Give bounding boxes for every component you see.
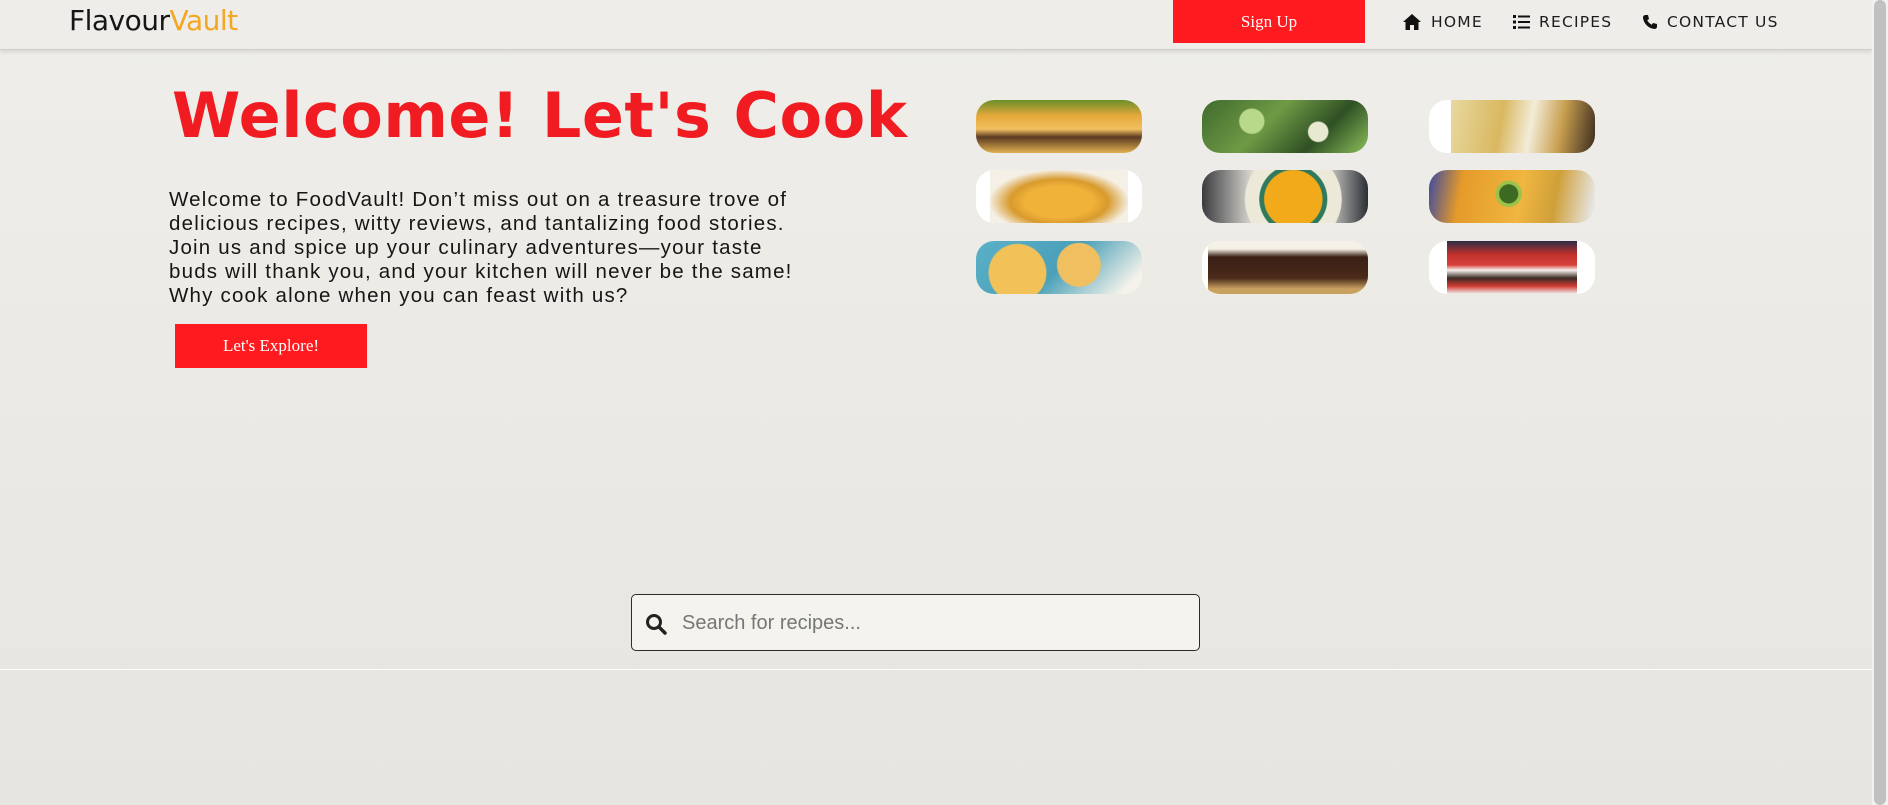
- nav-label-recipes: RECIPES: [1539, 12, 1613, 31]
- section-divider: [0, 669, 1872, 670]
- nav-item-home[interactable]: HOME: [1402, 0, 1483, 43]
- nav-label-contact: CONTACT US: [1667, 12, 1779, 31]
- search-bar: [631, 594, 1200, 651]
- scrollbar-thumb[interactable]: [1874, 0, 1886, 805]
- food-image-sandwich[interactable]: [976, 100, 1142, 153]
- search-input[interactable]: [682, 603, 1182, 643]
- site-header: FlavourVault Sign Up HOME RECIPES CONTAC…: [0, 0, 1872, 50]
- food-image-tomato-stack[interactable]: [1429, 241, 1595, 294]
- list-icon: [1513, 14, 1530, 29]
- food-image-chocolate-tart[interactable]: [1202, 241, 1368, 294]
- site-logo[interactable]: FlavourVault: [69, 4, 238, 38]
- home-icon: [1403, 13, 1421, 30]
- food-image-cake-slice[interactable]: [1429, 100, 1595, 153]
- food-image-noodles[interactable]: [976, 170, 1142, 223]
- hero-title: Welcome! Let's Cook: [172, 79, 908, 152]
- nav-item-recipes[interactable]: RECIPES: [1513, 0, 1612, 43]
- page-scrollbar[interactable]: [1872, 0, 1888, 805]
- explore-button[interactable]: Let's Explore!: [175, 324, 367, 368]
- hero-description: Welcome to FoodVault! Don’t miss out on …: [169, 188, 793, 307]
- nav-label-home: HOME: [1431, 12, 1483, 31]
- logo-text-flavour: Flavour: [69, 4, 170, 37]
- food-image-toast[interactable]: [1429, 170, 1595, 223]
- food-image-soup[interactable]: [1202, 170, 1368, 223]
- signup-button[interactable]: Sign Up: [1173, 0, 1365, 43]
- search-icon: [646, 614, 667, 635]
- food-image-muffins[interactable]: [976, 241, 1142, 294]
- logo-text-vault: Vault: [169, 4, 239, 37]
- nav-item-contact[interactable]: CONTACT US: [1642, 0, 1779, 43]
- food-image-salad[interactable]: [1202, 100, 1368, 153]
- phone-icon: [1643, 14, 1657, 29]
